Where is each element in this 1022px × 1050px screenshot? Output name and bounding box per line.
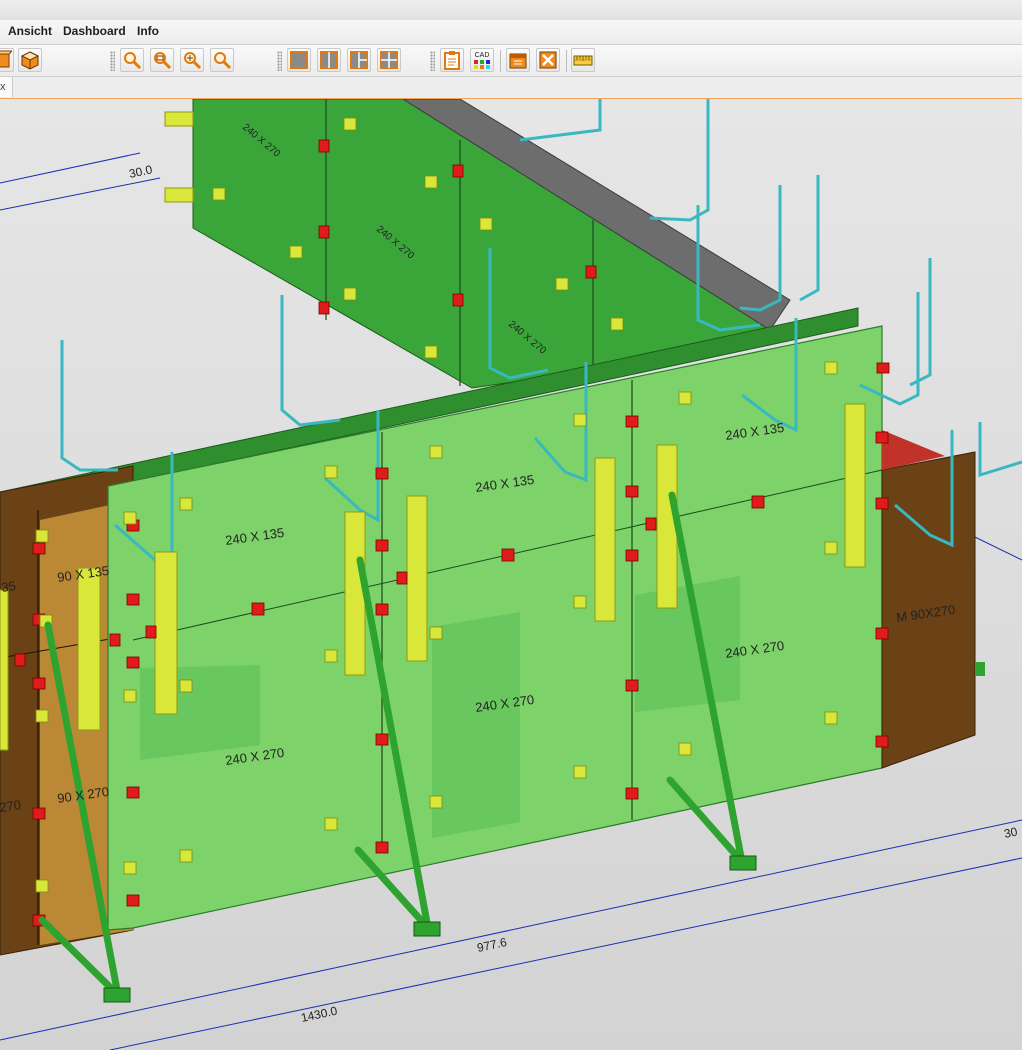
zoom-extents-button[interactable]: [210, 48, 234, 72]
menu-bar: Ansicht Dashboard Info: [0, 20, 1022, 45]
layout-three-icon: [350, 51, 368, 69]
tab-close-button[interactable]: x: [0, 77, 13, 97]
side-stub: [975, 662, 985, 676]
layout-split-vertical-icon: [320, 51, 338, 69]
cube-icon: [20, 51, 40, 70]
zoom-button[interactable]: [120, 48, 144, 72]
zoom-in-icon: [184, 52, 202, 70]
zoom-in-button[interactable]: [180, 48, 204, 72]
waler: [77, 567, 101, 731]
toolbar-separator: [566, 50, 567, 72]
toolbar: CAD: [0, 45, 1022, 77]
waler: [594, 457, 616, 622]
clipboard-icon: [444, 51, 460, 70]
zoom-icon: [124, 52, 142, 70]
menu-ansicht[interactable]: Ansicht: [5, 24, 55, 38]
clipboard-button[interactable]: [440, 48, 464, 72]
panel-label: 35: [0, 578, 16, 595]
tab-bar: x: [0, 77, 1022, 100]
cube-view-button[interactable]: [18, 48, 42, 72]
cancel-button[interactable]: [536, 48, 560, 72]
waler: [344, 511, 366, 676]
view-3d-button[interactable]: [0, 48, 14, 72]
toolbar-grip[interactable]: [110, 51, 115, 71]
layout-split-vertical-button[interactable]: [317, 48, 341, 72]
toolbar-grip[interactable]: [277, 51, 282, 71]
cad-icon: CAD: [474, 52, 490, 69]
toolbar-grip[interactable]: [430, 51, 435, 71]
panel-label: 270: [0, 797, 22, 815]
calendar-button[interactable]: [506, 48, 530, 72]
window-title-strip: [0, 0, 1022, 21]
zoom-window-icon: [154, 52, 172, 70]
layout-four-button[interactable]: [377, 48, 401, 72]
menu-info[interactable]: Info: [134, 24, 162, 38]
cad-label: CAD: [475, 52, 490, 59]
layout-single-button[interactable]: [287, 48, 311, 72]
formwork-3d-model: 30.0 977.6 1430.0 30 240 X 270 240 X 270…: [0, 99, 1022, 1050]
layout-single-icon: [290, 51, 308, 69]
layout-four-icon: [380, 51, 398, 69]
waler: [154, 551, 178, 715]
menu-dashboard[interactable]: Dashboard: [60, 24, 129, 38]
calendar-icon: [509, 53, 527, 69]
waler: [0, 589, 9, 751]
cad-button[interactable]: CAD: [470, 48, 494, 72]
zoom-window-button[interactable]: [150, 48, 174, 72]
waler: [656, 444, 678, 609]
toolbar-separator: [500, 50, 501, 72]
measure-button[interactable]: [571, 48, 595, 72]
zoom-extents-icon: [214, 52, 232, 70]
view-3d-icon: [0, 50, 12, 68]
3d-viewport[interactable]: 30.0 977.6 1430.0 30 240 X 270 240 X 270…: [0, 99, 1022, 1050]
waler: [164, 111, 194, 127]
waler: [844, 403, 866, 568]
layout-three-button[interactable]: [347, 48, 371, 72]
waler: [164, 187, 194, 203]
waler: [406, 495, 428, 662]
cancel-icon: [539, 51, 557, 69]
measure-icon: [573, 55, 593, 66]
